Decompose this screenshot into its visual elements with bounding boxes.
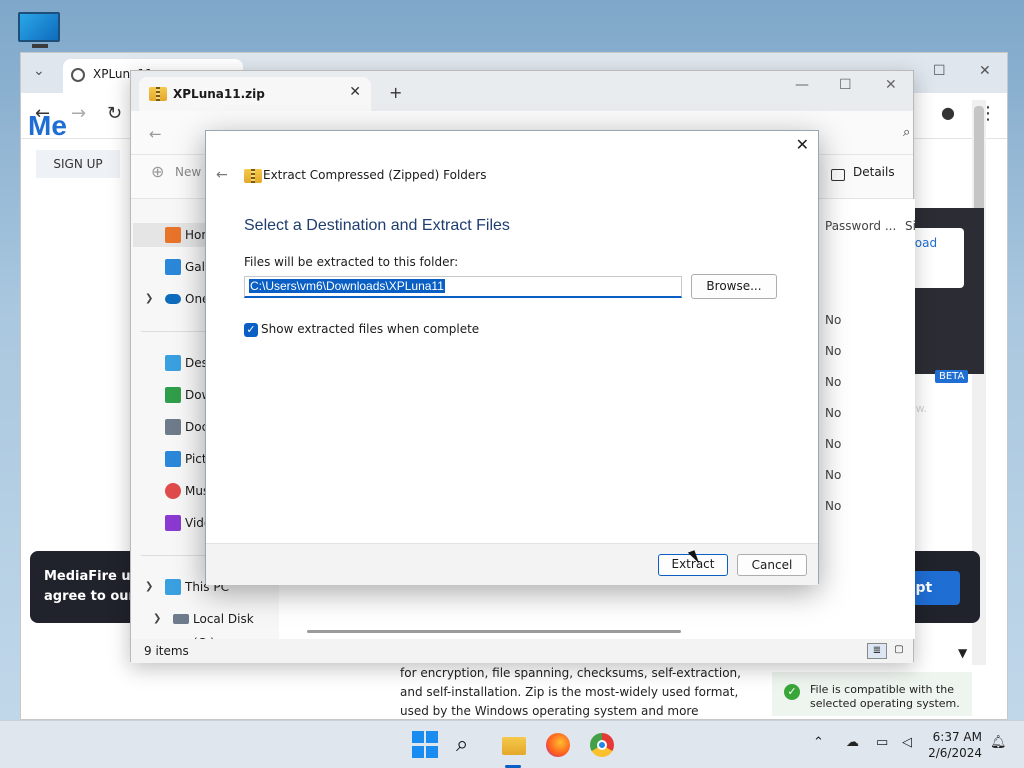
mediafire-logo[interactable]: Me <box>28 110 67 142</box>
desktop-icon <box>165 355 181 371</box>
password-cell: No <box>825 499 842 513</box>
cookie-text-line-2: agree to our Pr <box>44 589 132 604</box>
videos-icon <box>165 515 181 531</box>
os-select-chevron-icon[interactable]: ▼ <box>958 646 967 660</box>
expand-chevron-icon[interactable]: ❯ <box>153 607 161 631</box>
clock-date: 2/6/2024 <box>928 746 982 760</box>
volume-icon[interactable]: ◁ <box>902 735 912 750</box>
close-icon[interactable]: ✕ <box>885 77 897 93</box>
tab-close-icon[interactable]: ✕ <box>349 84 361 100</box>
show-files-label[interactable]: Show extracted files when complete <box>261 322 479 336</box>
browse-button[interactable]: Browse... <box>691 274 777 299</box>
folder-label: Files will be extracted to this folder: <box>244 255 459 269</box>
details-button[interactable]: Details <box>853 165 895 179</box>
password-cell: No <box>825 437 842 451</box>
gallery-icon <box>165 259 181 275</box>
compatibility-text: File is compatible with the selected ope… <box>810 683 960 710</box>
status-bar: 9 items ≣ ▢ <box>131 639 913 663</box>
close-icon[interactable]: ✕ <box>796 135 809 154</box>
new-tab-icon[interactable]: + <box>389 83 402 102</box>
explorer-tab[interactable]: XPLuna11.zip ✕ <box>139 77 371 111</box>
password-cell: No <box>825 468 842 482</box>
chrome-icon[interactable] <box>588 731 616 759</box>
password-cell: No <box>825 344 842 358</box>
pictures-icon <box>165 451 181 467</box>
explorer-tab-title: XPLuna11.zip <box>173 87 265 101</box>
explorer-tab-strip: XPLuna11.zip ✕ + — ☐ ✕ <box>131 71 913 111</box>
signup-button[interactable]: SIGN UP <box>36 150 120 178</box>
tray-overflow-chevron-icon[interactable]: ⌃ <box>813 735 824 750</box>
cancel-button[interactable]: Cancel <box>737 554 807 576</box>
compatibility-notice: ✓ File is compatible with the selected o… <box>772 672 972 716</box>
destination-value: C:\Users\vm6\Downloads\XPLuna11 <box>249 279 445 293</box>
nav-item-local-disk[interactable]: ❯ Local Disk (C:) <box>141 607 279 650</box>
firefox-icon[interactable] <box>544 731 572 759</box>
extract-dialog: ✕ ← Extract Compressed (Zipped) Folders … <box>205 130 819 585</box>
details-view-icon[interactable]: ≣ <box>867 643 887 659</box>
home-icon <box>165 227 181 243</box>
close-icon[interactable]: ✕ <box>979 63 991 79</box>
search-icon[interactable]: ⌕ <box>903 125 910 140</box>
back-icon[interactable]: ← <box>149 125 162 143</box>
destination-input[interactable]: C:\Users\vm6\Downloads\XPLuna11 <box>244 276 682 298</box>
password-cell: No <box>825 406 842 420</box>
details-pane-icon[interactable] <box>831 169 845 181</box>
maximize-icon[interactable]: ☐ <box>933 63 946 79</box>
file-explorer-icon[interactable] <box>500 731 528 759</box>
password-cell: No <box>825 375 842 389</box>
network-icon[interactable]: ▭ <box>876 735 888 750</box>
password-cell: No <box>825 313 842 327</box>
zip-folder-icon <box>149 87 167 101</box>
clock-time: 6:37 AM <box>932 730 982 744</box>
taskbar: ⌕ ⌃ ☁ ▭ ◁ 6:37 AM 2/6/2024 🔔︎ <box>0 720 1024 768</box>
tab-search-chevron-icon[interactable]: ⌄ <box>33 63 45 79</box>
this-pc-icon <box>165 579 181 595</box>
new-plus-icon[interactable]: ⊕ <box>151 162 164 181</box>
notification-bell-icon[interactable]: 🔔︎ <box>990 735 1007 750</box>
reload-icon[interactable]: ↻ <box>107 103 122 124</box>
onedrive-icon <box>165 294 181 304</box>
music-icon <box>165 483 181 499</box>
column-header-password[interactable]: Password ... <box>825 219 896 233</box>
new-button[interactable]: New <box>175 165 201 179</box>
back-icon[interactable]: ← <box>216 167 228 183</box>
downloads-icon <box>165 387 181 403</box>
clock[interactable]: 6:37 AM 2/6/2024 <box>926 729 982 761</box>
globe-icon <box>71 68 85 82</box>
maximize-icon[interactable]: ☐ <box>839 77 852 93</box>
this-pc-desktop-icon[interactable] <box>18 12 62 50</box>
beta-badge: BETA <box>935 370 969 383</box>
horizontal-scrollbar[interactable] <box>307 630 681 633</box>
profile-icon[interactable]: ● <box>941 103 955 122</box>
local-disk-icon <box>173 614 189 624</box>
item-count: 9 items <box>144 644 189 658</box>
tiles-view-icon[interactable]: ▢ <box>889 643 909 659</box>
column-header-size[interactable]: Si <box>905 219 916 233</box>
dialog-title: Extract Compressed (Zipped) Folders <box>263 168 487 182</box>
documents-icon <box>165 419 181 435</box>
minimize-icon[interactable]: — <box>795 77 809 93</box>
dialog-heading: Select a Destination and Extract Files <box>244 217 510 234</box>
start-windows-icon[interactable] <box>412 731 440 759</box>
nav-item-label: Pict <box>185 452 207 466</box>
dialog-footer: Extract Cancel <box>206 543 818 585</box>
zip-folder-icon <box>244 169 262 183</box>
cookie-text-line-1: MediaFire uses <box>44 569 132 584</box>
collapse-chevron-icon[interactable]: ❯ <box>145 575 153 599</box>
cookie-text: MediaFire uses agree to our Pr <box>44 567 132 607</box>
search-icon[interactable]: ⌕ <box>456 731 484 759</box>
zip-description-text: for encryption, file spanning, checksums… <box>400 666 741 718</box>
forward-icon[interactable]: → <box>71 103 86 124</box>
expand-chevron-icon[interactable]: ❯ <box>145 287 153 311</box>
logo-text: Me <box>28 110 67 141</box>
show-files-checkbox[interactable]: ✓ <box>244 323 258 337</box>
cloud-offline-icon[interactable]: ☁ <box>846 735 859 750</box>
check-circle-icon: ✓ <box>784 684 800 700</box>
